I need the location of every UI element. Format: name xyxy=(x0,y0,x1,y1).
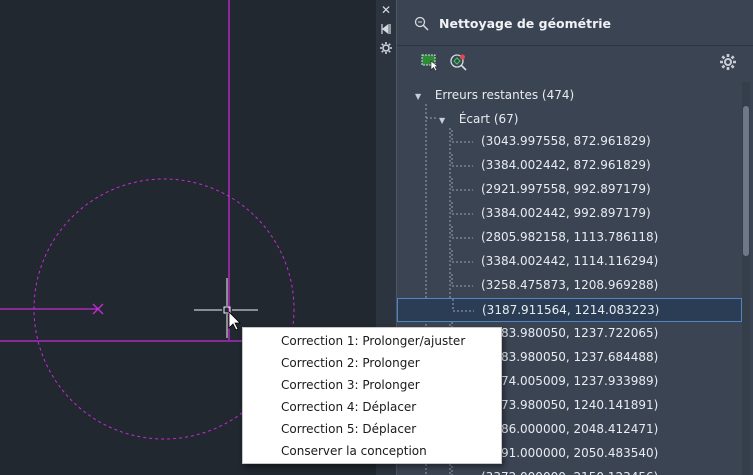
tree-item[interactable]: (3187.911564, 1214.083223) xyxy=(397,298,742,322)
tree-item[interactable]: (2805.982158, 1113.786118) xyxy=(397,226,742,250)
tree-item[interactable]: (3384.002442, 992.897179) xyxy=(397,202,742,226)
tree-connector xyxy=(451,202,473,215)
tree-item-label: (3384.002442, 992.897179) xyxy=(481,206,651,220)
tree-connector xyxy=(451,130,473,143)
tree-item-label: (3383.980050, 1237.684488) xyxy=(481,350,659,364)
menu-item-label: Correction 4: Déplacer xyxy=(281,400,417,414)
geometry-cleanup-icon xyxy=(413,15,431,33)
tree-item-label: (3391.000000, 2050.483540) xyxy=(481,446,659,460)
tree-item[interactable]: (3384.002442, 1114.116294) xyxy=(397,250,742,274)
menu-item-fix-1[interactable]: Correction 1: Prolonger/ajuster xyxy=(243,330,501,352)
menu-item-fix-5[interactable]: Correction 5: Déplacer xyxy=(243,418,501,440)
tree-connector xyxy=(451,226,473,239)
menu-item-keep-design[interactable]: Conserver la conception xyxy=(243,440,501,462)
fix-context-menu: Correction 1: Prolonger/ajuster Correcti… xyxy=(242,327,502,464)
tree-item-label: (2921.997558, 992.897179) xyxy=(481,182,651,196)
tree-item[interactable]: (2921.997558, 992.897179) xyxy=(397,178,742,202)
tree-connector xyxy=(451,178,473,191)
tree-item-label: (3043.997558, 872.961829) xyxy=(481,134,651,148)
mouse-pointer-icon xyxy=(228,311,241,331)
zoom-to-error-icon[interactable] xyxy=(447,51,469,73)
tree-connector xyxy=(451,154,473,167)
tree-item-label: (3183.980050, 1237.722065) xyxy=(481,326,659,340)
tree-connector xyxy=(451,466,453,475)
tree-connector xyxy=(451,274,473,287)
chevron-down-icon: ▼ xyxy=(439,116,446,125)
palette-title: Nettoyage de géométrie xyxy=(439,16,612,31)
tree-item-label: (3384.002442, 872.961829) xyxy=(481,158,651,172)
close-icon[interactable]: ✕ xyxy=(379,3,393,17)
tree-connector xyxy=(451,250,473,263)
tree-group-label: Écart (67) xyxy=(458,112,519,126)
menu-item-label: Correction 1: Prolonger/ajuster xyxy=(281,334,466,348)
tree-item-label: (3187.911564, 1214.083223) xyxy=(482,303,660,317)
menu-item-label: Correction 2: Prolonger xyxy=(281,356,420,370)
scrollbar-thumb[interactable] xyxy=(743,106,749,256)
select-objects-icon[interactable] xyxy=(419,51,441,73)
properties-icon[interactable] xyxy=(379,41,393,55)
tree-item[interactable]: (3258.475873, 1208.969288) xyxy=(397,274,742,298)
menu-item-label: Correction 3: Prolonger xyxy=(281,378,420,392)
auto-hide-icon[interactable] xyxy=(379,22,393,36)
tree-item[interactable]: (3384.002442, 872.961829) xyxy=(397,154,742,178)
tree-item-label: (3258.475873, 1208.969288) xyxy=(481,278,659,292)
tree-item-label: (3384.002442, 1114.116294) xyxy=(481,254,659,268)
menu-item-fix-3[interactable]: Correction 3: Prolonger xyxy=(243,374,501,396)
tree-group[interactable]: ▼ Écart (67) xyxy=(439,112,518,126)
menu-item-label: Correction 5: Déplacer xyxy=(281,422,417,436)
palette-header: Nettoyage de géométrie xyxy=(397,0,753,46)
menu-item-label: Conserver la conception xyxy=(281,444,427,458)
menu-item-fix-4[interactable]: Correction 4: Déplacer xyxy=(243,396,501,418)
palette-toolbar xyxy=(397,47,753,77)
tree-item-label: (2805.982158, 1113.786118) xyxy=(481,230,659,244)
tree-item-label: (3374.005009, 1237.933989) xyxy=(481,374,659,388)
tree-connector xyxy=(452,299,474,312)
menu-item-fix-2[interactable]: Correction 2: Prolonger xyxy=(243,352,501,374)
settings-gear-icon[interactable] xyxy=(717,51,739,73)
tree-scrollbar[interactable] xyxy=(742,82,750,475)
tree-item[interactable]: (3372.000000, 2150.123456) xyxy=(397,466,742,475)
tree-item-label: (3386.000000, 2048.412471) xyxy=(481,422,659,436)
tree-item[interactable]: (3043.997558, 872.961829) xyxy=(397,130,742,154)
tree-item-label: (3372.000000, 2150.123456) xyxy=(481,470,658,475)
tree-item-label: (3373.980050, 1240.141891) xyxy=(481,398,659,412)
